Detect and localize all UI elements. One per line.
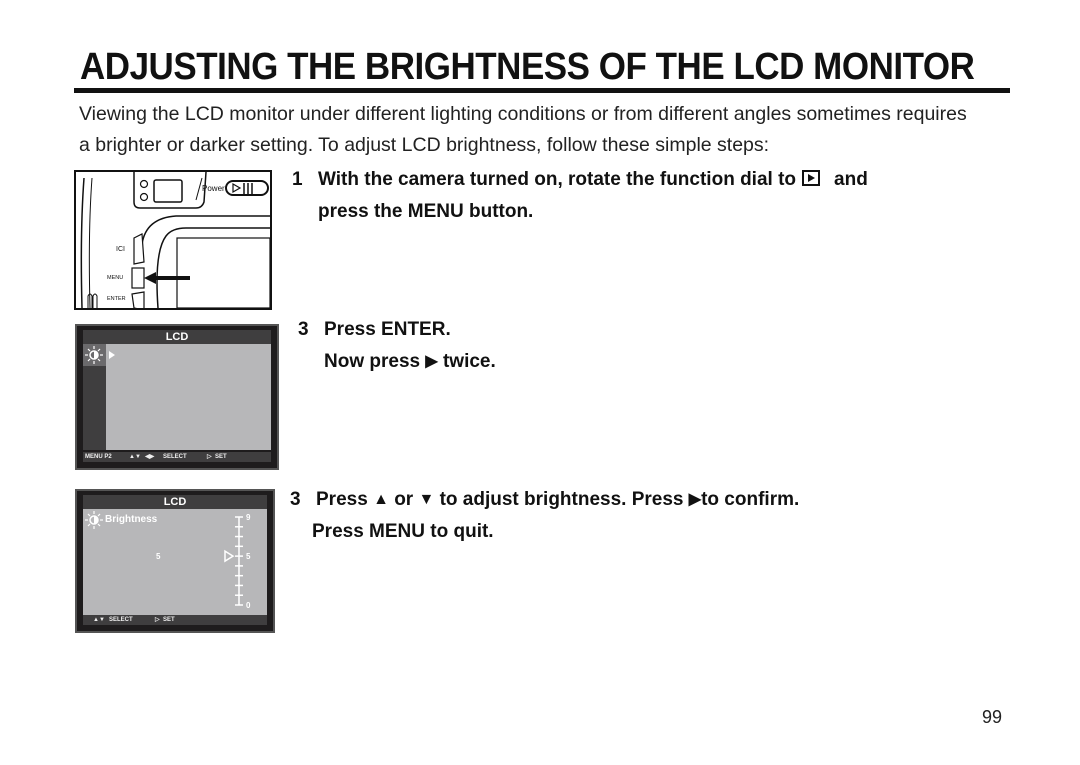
step-3: 3 Press ▲ or ▼ to adjust brightness. Pres… xyxy=(290,484,799,548)
page-number: 99 xyxy=(982,707,1003,727)
intro-line-2: a brighter or darker setting. To adjust … xyxy=(79,134,770,156)
up-down-icon: ▲▼ xyxy=(93,617,105,623)
submenu-arrow-icon xyxy=(109,351,115,359)
up-down-icon: ▲▼ xyxy=(129,454,141,460)
lcd-header: LCD xyxy=(83,495,267,509)
viewfinder-icon xyxy=(153,179,183,203)
scale-label-max: 9 xyxy=(246,513,251,522)
right-arrow-icon: ▶ xyxy=(688,491,702,508)
lcd-menu-screen: LCD MENU P2 ▲▼ ◀▶ SELECT ▷ SET xyxy=(75,324,279,470)
camera-drawing: Power ICI MENU ENTER xyxy=(80,171,271,311)
page-title: ADJUSTING THE BRIGHTNESS OF THE LCD MONI… xyxy=(80,46,975,88)
lcd-monitor-outline xyxy=(176,237,271,309)
brightness-scale[interactable]: 9 5 0 xyxy=(217,509,267,615)
power-label: Power xyxy=(202,184,225,193)
ici-button xyxy=(133,233,145,265)
step-1: 1 With the camera turned on, rotate the f… xyxy=(292,169,868,222)
brightness-label: Brightness xyxy=(105,514,158,525)
intro-line-1: Viewing the LCD monitor under different … xyxy=(79,103,967,125)
right-arrow-icon: ▶ xyxy=(425,353,438,370)
current-value: 5 xyxy=(156,552,161,561)
left-right-icon: ◀▶ xyxy=(145,454,155,460)
set-icon: ▷ xyxy=(155,617,160,623)
lcd-footer: MENU P2 ▲▼ ◀▶ SELECT ▷ SET xyxy=(83,452,271,462)
brightness-icon xyxy=(83,344,115,366)
svg-text:ENTER: ENTER xyxy=(107,296,126,302)
menu-button xyxy=(131,267,145,289)
scale-label-mid: 5 xyxy=(246,552,251,561)
up-arrow-icon: ▲ xyxy=(373,491,389,508)
svg-text:ICI: ICI xyxy=(116,246,125,253)
lcd-header: LCD xyxy=(83,330,271,344)
indicator-lamp-icon xyxy=(139,179,149,189)
down-arrow-icon: ▼ xyxy=(418,491,435,508)
brightness-icon xyxy=(85,511,103,529)
scale-label-min: 0 xyxy=(246,601,251,610)
camera-back-illustration: Power ICI MENU ENTER xyxy=(74,170,272,311)
lcd-content-area xyxy=(106,344,271,450)
power-switch-icon xyxy=(225,180,269,196)
svg-text:MENU: MENU xyxy=(107,275,123,281)
playback-mode-icon xyxy=(802,170,821,186)
lcd-brightness-screen: LCD Brightness 5 9 5 0 ▲▼ SELECT ▷ SET xyxy=(75,489,275,633)
title-underline xyxy=(74,88,1010,93)
step-2: 3 Press ENTER. Now press ▶ twice. xyxy=(298,314,496,378)
enter-button xyxy=(131,291,145,311)
intro-paragraph: Viewing the LCD monitor under different … xyxy=(79,99,1029,161)
level-pointer-icon xyxy=(224,549,235,563)
indicator-lamp-icon xyxy=(139,192,149,202)
lcd-footer: ▲▼ SELECT ▷ SET xyxy=(83,615,267,625)
set-icon: ▷ xyxy=(207,454,212,460)
